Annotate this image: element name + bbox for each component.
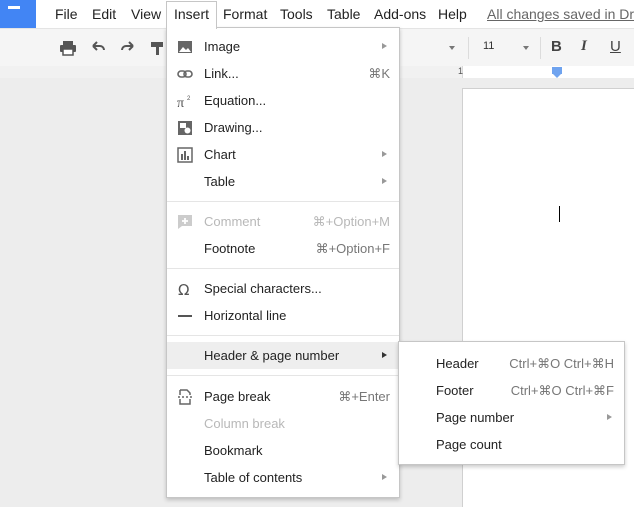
font-dropdown-arrow-icon[interactable] — [449, 46, 455, 50]
chart-icon — [177, 147, 193, 163]
shortcut-label: ⌘+Enter — [338, 389, 390, 404]
print-icon[interactable] — [57, 37, 79, 59]
submenu-arrow-icon — [382, 43, 387, 49]
menu-item-label: Header & page number — [204, 348, 340, 363]
image-icon — [177, 39, 193, 55]
link-icon — [177, 66, 193, 82]
indent-marker-icon[interactable] — [552, 67, 562, 78]
submenu-item-label: Page number — [436, 410, 515, 425]
menu-separator — [167, 335, 399, 336]
drawing-icon — [177, 120, 193, 136]
menu-addons[interactable]: Add-ons — [374, 0, 426, 28]
menu-item-equation[interactable]: π2 Equation... — [167, 87, 399, 114]
menu-item-label: Column break — [204, 416, 285, 431]
submenu-item-page-number[interactable]: Page number — [399, 404, 624, 431]
toolbar-separator — [540, 37, 541, 59]
text-cursor — [559, 206, 560, 222]
menu-item-footnote[interactable]: Footnote ⌘+Option+F — [167, 235, 399, 262]
menu-item-page-break[interactable]: Page break ⌘+Enter — [167, 383, 399, 410]
menu-item-chart[interactable]: Chart — [167, 141, 399, 168]
insert-menu: Image Link... ⌘K π2 Equation... Drawing.… — [166, 27, 400, 498]
submenu-item-footer[interactable]: Footer Ctrl+⌘O Ctrl+⌘F — [399, 377, 624, 404]
menu-item-drawing[interactable]: Drawing... — [167, 114, 399, 141]
menu-item-comment: Comment ⌘+Option+M — [167, 208, 399, 235]
submenu-arrow-icon — [607, 414, 612, 420]
menu-separator — [167, 201, 399, 202]
comment-icon — [177, 214, 193, 230]
menu-item-label: Page break — [204, 389, 271, 404]
shortcut-label: ⌘+Option+F — [315, 241, 390, 256]
menu-item-table[interactable]: Table — [167, 168, 399, 195]
shortcut-label: Ctrl+⌘O Ctrl+⌘H — [509, 356, 614, 371]
menu-view[interactable]: View — [131, 0, 161, 28]
docs-logo-icon[interactable] — [0, 0, 36, 28]
equation-icon: π2 — [177, 93, 193, 109]
menu-edit[interactable]: Edit — [92, 0, 116, 28]
underline-icon[interactable]: U — [610, 38, 621, 55]
submenu-arrow-icon — [382, 178, 387, 184]
menu-item-label: Chart — [204, 147, 236, 162]
menu-item-column-break: Column break — [167, 410, 399, 437]
menu-item-label: Footnote — [204, 241, 256, 256]
svg-text:π: π — [177, 96, 184, 109]
omega-icon: Ω — [177, 281, 193, 297]
menu-tools[interactable]: Tools — [280, 0, 313, 28]
header-page-number-submenu: Header Ctrl+⌘O Ctrl+⌘H Footer Ctrl+⌘O Ct… — [398, 341, 625, 465]
bold-icon[interactable]: B — [551, 38, 562, 55]
toolbar-separator — [468, 37, 469, 59]
menu-item-label: Image — [204, 39, 241, 54]
submenu-arrow-icon — [382, 474, 387, 480]
menu-item-label: Table of contents — [204, 470, 303, 485]
menu-item-special-characters[interactable]: Ω Special characters... — [167, 275, 399, 302]
shortcut-label: Ctrl+⌘O Ctrl+⌘F — [510, 383, 614, 398]
font-size-select[interactable]: 11 — [483, 40, 494, 52]
menu-item-bookmark[interactable]: Bookmark — [167, 437, 399, 464]
ruler-page-area — [462, 66, 634, 78]
menu-help[interactable]: Help — [438, 0, 467, 28]
submenu-arrow-icon — [382, 352, 387, 358]
menu-item-label: Horizontal line — [204, 308, 287, 323]
menu-item-label: Special characters... — [204, 281, 322, 296]
menu-item-label: Drawing... — [204, 120, 263, 135]
menu-table[interactable]: Table — [327, 0, 360, 28]
submenu-item-header[interactable]: Header Ctrl+⌘O Ctrl+⌘H — [399, 350, 624, 377]
menu-item-image[interactable]: Image — [167, 33, 399, 60]
submenu-item-label: Page count — [436, 437, 502, 452]
shortcut-label: ⌘+Option+M — [312, 214, 390, 229]
menu-item-label: Equation... — [204, 93, 267, 108]
menu-bar: File Edit View Insert Format Tools Table… — [0, 0, 634, 29]
menu-item-label: Table — [204, 174, 236, 189]
menu-file[interactable]: File — [55, 0, 78, 28]
redo-icon[interactable] — [117, 37, 139, 59]
submenu-item-label: Footer — [436, 383, 474, 398]
ruler-label: 1 — [458, 66, 464, 76]
menu-item-label: Comment — [204, 214, 261, 229]
undo-icon[interactable] — [87, 37, 109, 59]
menu-separator — [167, 375, 399, 376]
save-status-link[interactable]: All changes saved in Drive — [487, 0, 634, 28]
menu-item-label: Bookmark — [204, 443, 263, 458]
svg-text:2: 2 — [187, 96, 191, 102]
submenu-item-label: Header — [436, 356, 479, 371]
menu-item-link[interactable]: Link... ⌘K — [167, 60, 399, 87]
submenu-arrow-icon — [382, 151, 387, 157]
menu-item-horizontal-line[interactable]: Horizontal line — [167, 302, 399, 329]
menu-format[interactable]: Format — [223, 0, 267, 28]
page-break-icon — [177, 389, 193, 405]
submenu-item-page-count[interactable]: Page count — [399, 431, 624, 458]
svg-text:Ω: Ω — [178, 281, 189, 297]
menu-item-label: Link... — [204, 66, 239, 81]
menu-item-header-page-number[interactable]: Header & page number — [167, 342, 399, 369]
menu-separator — [167, 268, 399, 269]
shortcut-label: ⌘K — [368, 66, 390, 81]
font-size-arrow-icon[interactable] — [523, 46, 529, 50]
menu-insert[interactable]: Insert — [166, 1, 218, 29]
italic-icon[interactable]: I — [581, 38, 587, 55]
menu-item-table-of-contents[interactable]: Table of contents — [167, 464, 399, 491]
horizontal-line-icon — [177, 308, 193, 324]
